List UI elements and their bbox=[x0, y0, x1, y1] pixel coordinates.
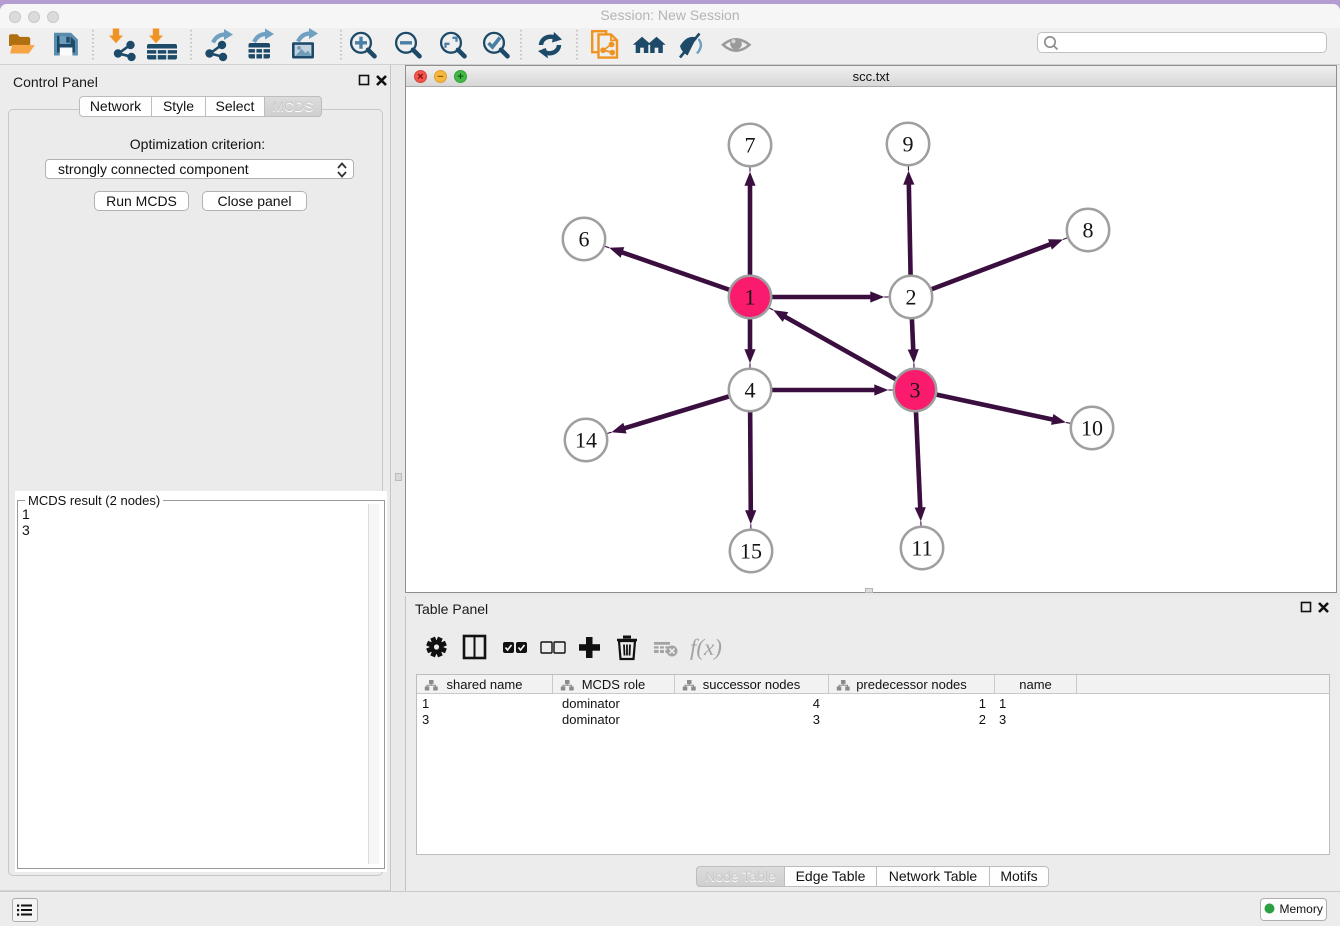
svg-text:9: 9 bbox=[903, 132, 914, 157]
svg-text:f(x): f(x) bbox=[690, 635, 722, 660]
svg-text:8: 8 bbox=[1083, 218, 1094, 243]
svg-text:1: 1 bbox=[745, 285, 756, 310]
svg-text:4: 4 bbox=[745, 378, 756, 403]
svg-text:11: 11 bbox=[911, 536, 932, 561]
svg-text:2: 2 bbox=[906, 285, 917, 310]
svg-text:15: 15 bbox=[740, 539, 762, 564]
svg-text:6: 6 bbox=[579, 227, 590, 252]
svg-text:7: 7 bbox=[745, 133, 756, 158]
svg-text:14: 14 bbox=[575, 428, 597, 453]
svg-text:10: 10 bbox=[1081, 416, 1103, 441]
svg-text:3: 3 bbox=[910, 378, 921, 403]
